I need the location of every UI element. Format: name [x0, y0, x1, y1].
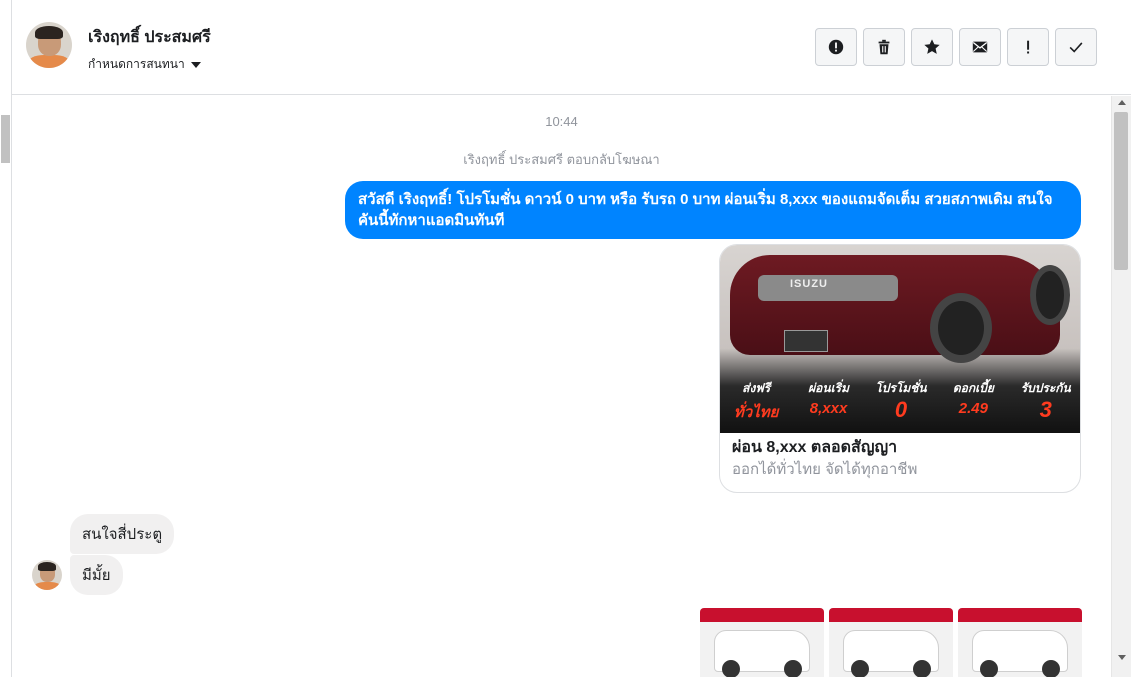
left-panel-edge	[0, 0, 12, 677]
scroll-up-arrow-icon[interactable]	[1118, 100, 1126, 105]
sender-avatar[interactable]	[32, 560, 62, 590]
star-icon	[924, 39, 940, 54]
conversation-toolbar	[815, 28, 1097, 66]
ad-card[interactable]: ISUZU ส่งฟรี ทั่วไทย ผ่อนเริ่ม 8,xxx โปร…	[719, 244, 1081, 493]
promo-item: โปรโมชั่น 0	[875, 381, 927, 422]
contact-name[interactable]: เริงฤทธิ์ ประสมศรี	[88, 25, 211, 50]
left-panel-scroll-thumb[interactable]	[1, 115, 10, 163]
conversation-menu[interactable]: กำหนดการสนทนา	[88, 55, 201, 74]
conversation-menu-label: กำหนดการสนทนา	[88, 57, 185, 71]
important-button[interactable]	[1007, 28, 1049, 66]
trash-icon	[878, 39, 890, 55]
mark-unread-button[interactable]	[959, 28, 1001, 66]
car-grille	[758, 275, 898, 301]
scroll-down-arrow-icon[interactable]	[1118, 655, 1126, 660]
ad-card-image: ISUZU ส่งฟรี ทั่วไทย ผ่อนเริ่ม 8,xxx โปร…	[720, 245, 1080, 433]
promo-item: ส่งฟรี ทั่วไทย	[733, 381, 779, 421]
car-brand-logo: ISUZU	[790, 278, 828, 290]
outgoing-message[interactable]: สวัสดี เริงฤทธิ์! โปรโมชั่น ดาวน์ 0 บาท …	[345, 181, 1081, 239]
promo-item: รับประกัน 3	[1020, 381, 1071, 422]
alert-circle-icon	[828, 39, 844, 55]
car-wheel	[1030, 265, 1070, 325]
envelope-icon	[972, 41, 988, 53]
ad-reply-notice: เริงฤทธิ์ ประสมศรี ตอบกลับโฆษณา	[463, 152, 660, 167]
image-attachment[interactable]	[829, 608, 953, 677]
message-timestamp: 10:44	[545, 114, 578, 129]
car-body	[730, 255, 1060, 355]
contact-avatar[interactable]	[26, 22, 72, 68]
image-attachment[interactable]	[958, 608, 1082, 677]
delete-button[interactable]	[863, 28, 905, 66]
check-icon	[1069, 42, 1083, 53]
promo-item: ผ่อนเริ่ม 8,xxx	[808, 381, 850, 417]
promo-strip: ส่งฟรี ทั่วไทย ผ่อนเริ่ม 8,xxx โปรโมชั่น…	[720, 369, 1080, 433]
conversation-header: เริงฤทธิ์ ประสมศรี กำหนดการสนทนา	[12, 0, 1131, 95]
caret-down-icon	[190, 61, 201, 68]
done-button[interactable]	[1055, 28, 1097, 66]
ad-card-subtitle: ออกได้ทั่วไทย จัดได้ทุกอาชีพ	[732, 461, 918, 478]
report-button[interactable]	[815, 28, 857, 66]
star-button[interactable]	[911, 28, 953, 66]
message-thread[interactable]: 10:44 เริงฤทธิ์ ประสมศรี ตอบกลับโฆษณา สว…	[12, 96, 1111, 677]
promo-item: ดอกเบี้ย 2.49	[952, 381, 994, 417]
exclamation-icon	[1027, 40, 1030, 54]
image-attachment[interactable]	[700, 608, 824, 677]
scroll-thumb[interactable]	[1114, 112, 1128, 270]
car-wheel	[930, 293, 992, 363]
incoming-message[interactable]: มีมั้ย	[70, 555, 123, 595]
thread-scrollbar[interactable]	[1111, 96, 1131, 677]
car-plate	[784, 330, 828, 352]
image-attachments	[700, 608, 1082, 677]
incoming-message[interactable]: สนใจสี่ประตู	[70, 514, 175, 554]
